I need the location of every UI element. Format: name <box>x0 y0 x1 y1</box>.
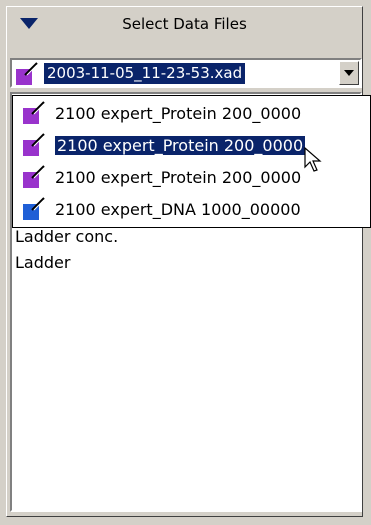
protein-chip-file-icon <box>23 133 45 157</box>
list-item[interactable]: Ladder <box>12 250 360 276</box>
protein-chip-file-icon <box>23 165 45 189</box>
chevron-down-icon <box>344 70 354 76</box>
protein-chip-file-icon <box>23 101 45 125</box>
dropdown-item[interactable]: 2100 expert_DNA 1000_00000 <box>13 194 370 224</box>
dropdown-item-label: 2100 expert_Protein 200_0000 <box>55 103 302 123</box>
panel-title: Select Data Files <box>122 15 247 33</box>
collapse-arrow-icon[interactable] <box>8 8 48 40</box>
protein-chip-file-icon <box>16 61 38 86</box>
data-file-combobox[interactable]: 2003-11-05_11-23-53.xad <box>10 58 362 88</box>
panel-header[interactable]: Select Data Files <box>8 8 361 40</box>
dropdown-item[interactable]: 2100 expert_Protein 200_0000 <box>13 98 370 128</box>
combo-selected-value[interactable]: 2003-11-05_11-23-53.xad <box>16 61 246 86</box>
dropdown-item-label: 2100 expert_Protein 200_0000 <box>55 167 302 187</box>
dna-chip-file-icon <box>23 197 45 221</box>
dropdown-item-label: 2100 expert_DNA 1000_00000 <box>55 199 301 219</box>
combo-dropdown-button[interactable] <box>339 61 359 85</box>
dropdown-item-label: 2100 expert_Protein 200_0000 <box>55 135 306 155</box>
combo-selected-text: 2003-11-05_11-23-53.xad <box>44 63 246 84</box>
mouse-pointer-icon <box>304 147 322 172</box>
